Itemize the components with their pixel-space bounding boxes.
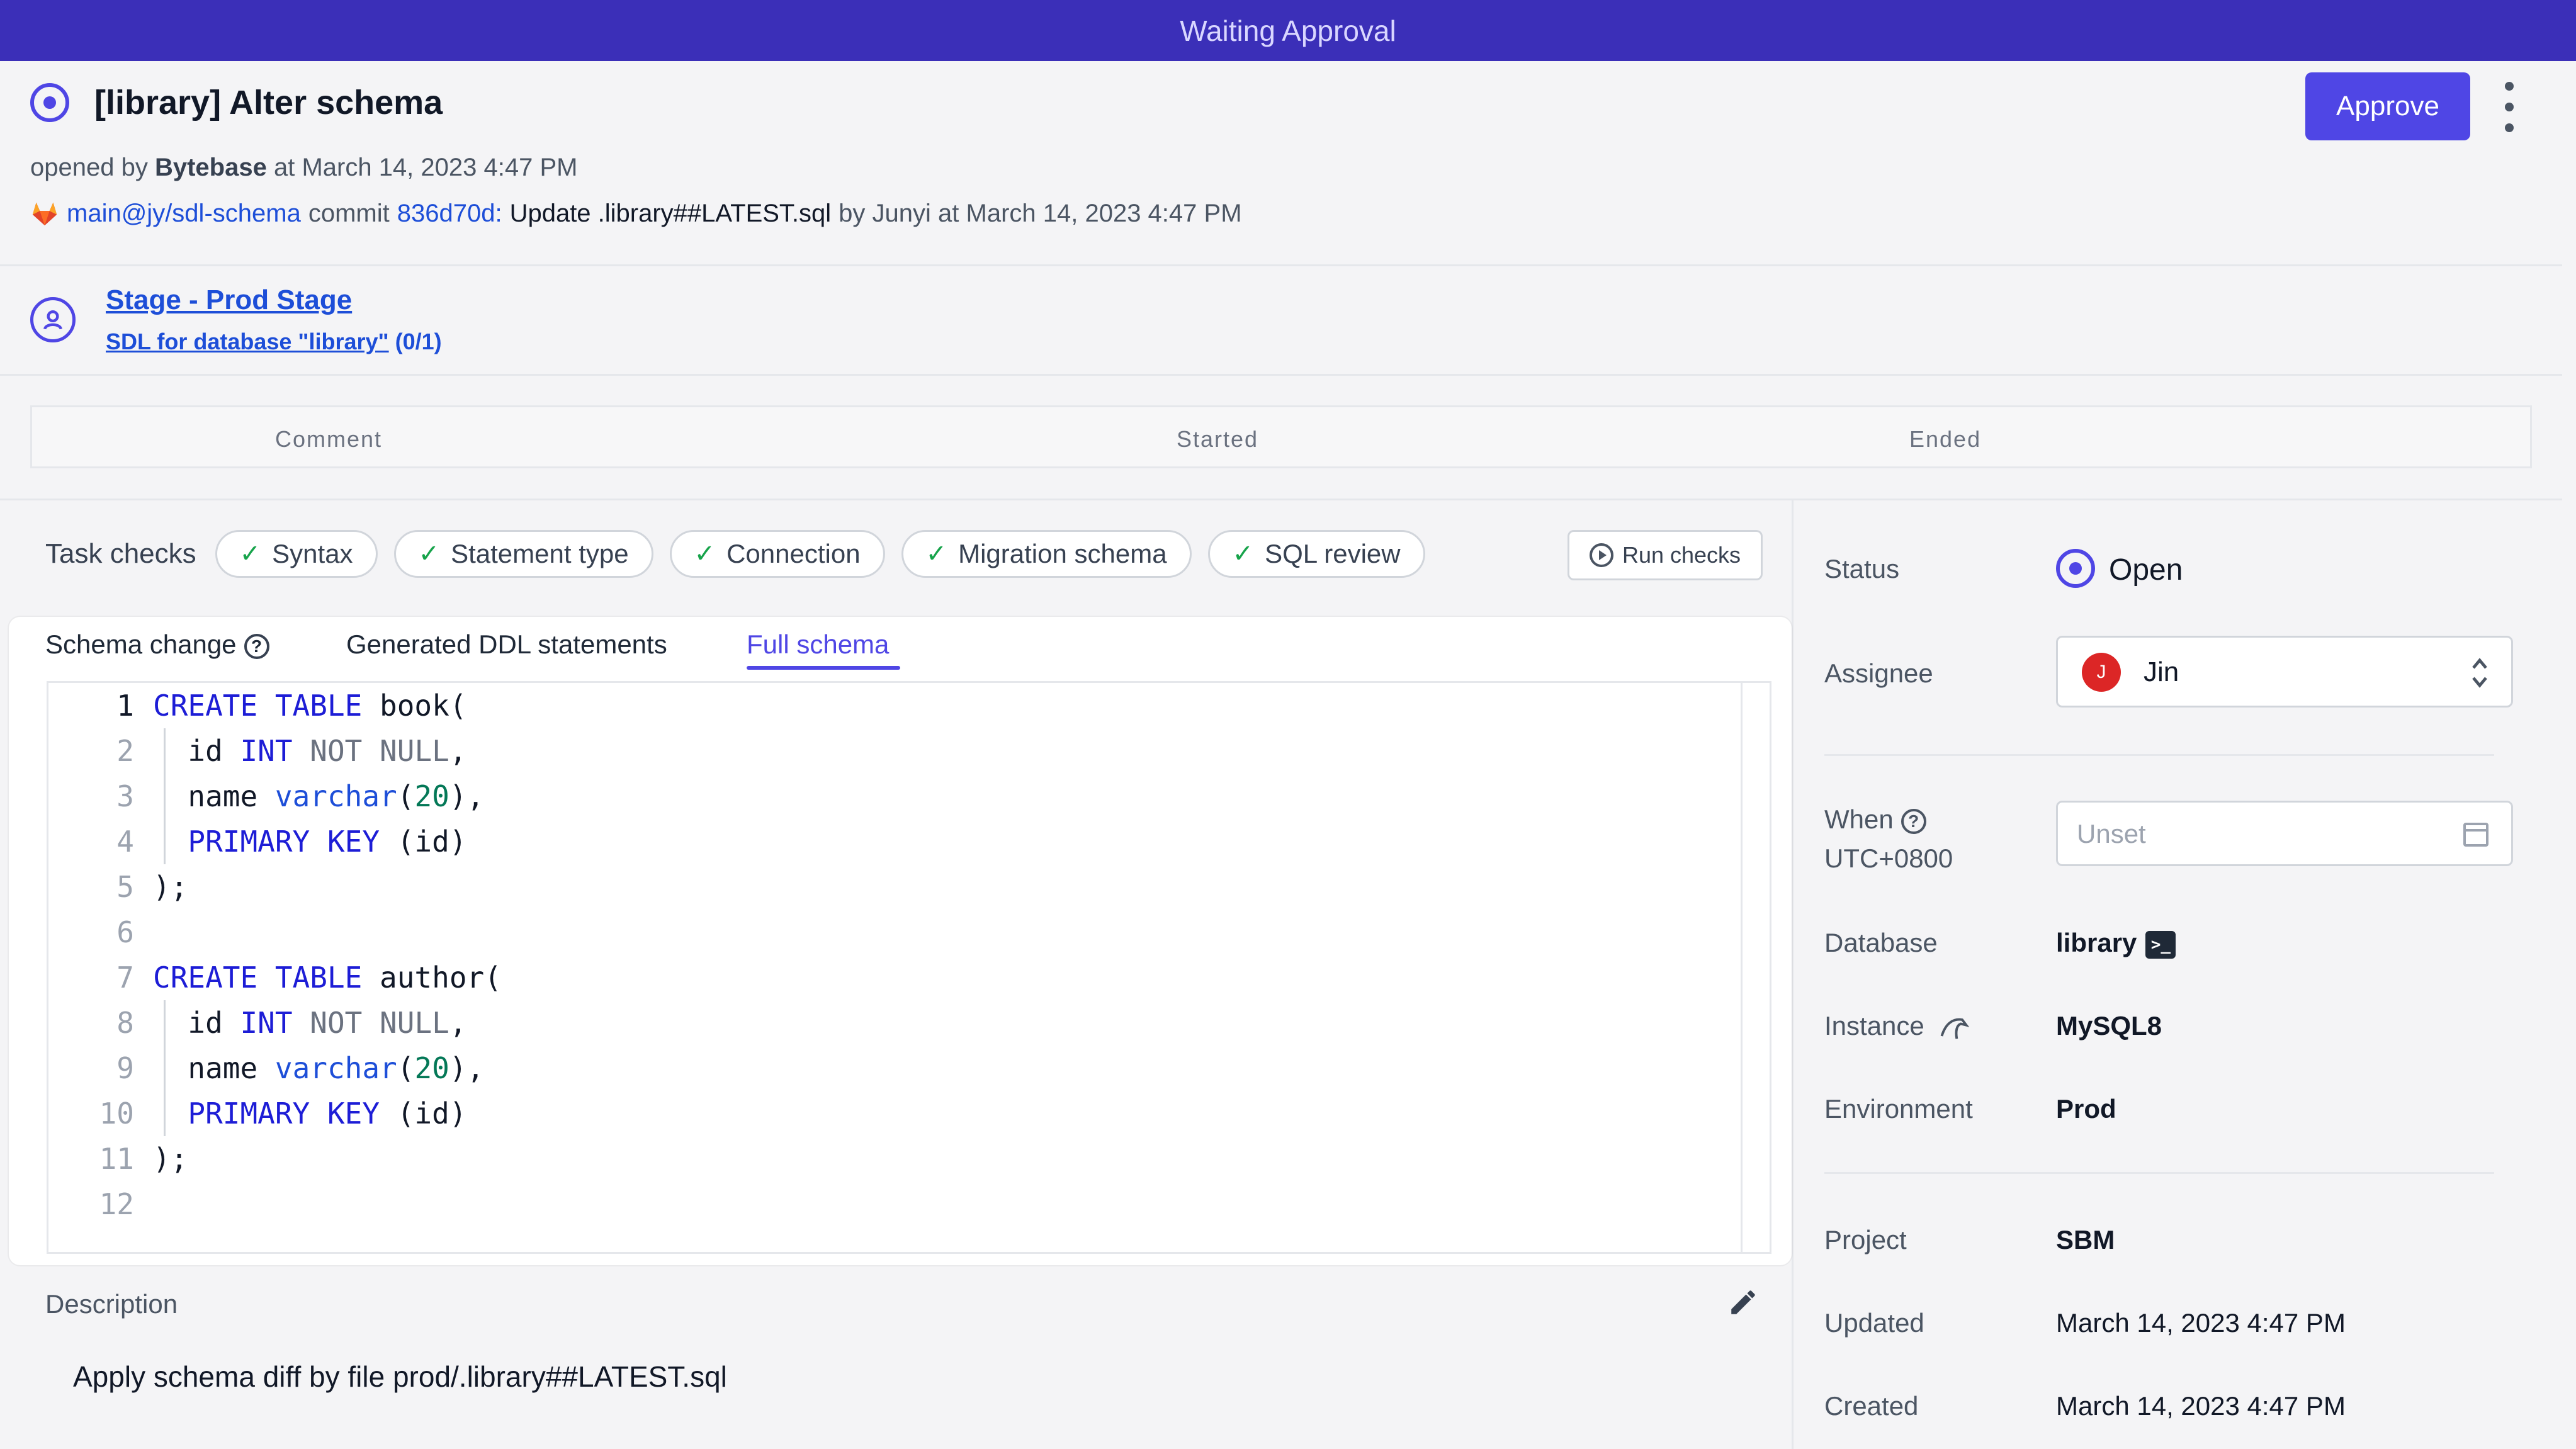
- check-icon: ✓: [925, 540, 947, 568]
- commit-branch-link[interactable]: main@jy/sdl-schema: [67, 200, 301, 228]
- sidebar-divider: [1824, 1172, 2494, 1174]
- code-line: 5);: [116, 870, 188, 904]
- header-divider: [0, 264, 2562, 266]
- active-tab-indicator: [747, 666, 900, 670]
- check-icon: ✓: [1232, 540, 1254, 568]
- opened-by-text: opened by Bytebase at March 14, 2023 4:4…: [30, 154, 578, 181]
- code-line: 12: [99, 1187, 134, 1221]
- check-sql-review[interactable]: ✓ SQL review: [1207, 530, 1425, 578]
- tab-full-schema[interactable]: Full schema: [747, 629, 889, 660]
- calendar-icon[interactable]: [2463, 823, 2488, 847]
- commit-info: main@jy/sdl-schema commit 836d70d: Updat…: [30, 199, 1242, 228]
- check-migration-schema[interactable]: ✓ Migration schema: [901, 530, 1192, 578]
- instance-label: Instance: [1824, 1011, 1970, 1044]
- when-label: When?: [1824, 804, 1926, 835]
- column-started: Started: [1177, 426, 1259, 452]
- pencil-icon[interactable]: [1727, 1287, 1759, 1318]
- instance-value[interactable]: MySQL8: [2056, 1011, 2162, 1041]
- created-value: March 14, 2023 4:47 PM: [2056, 1391, 2346, 1421]
- play-icon: [1589, 543, 1613, 567]
- database-value: library >_: [2056, 928, 2176, 959]
- status-label: Status: [1824, 554, 1900, 584]
- environment-label: Environment: [1824, 1094, 1973, 1124]
- when-date-field[interactable]: [2056, 801, 2513, 866]
- gitlab-icon: [32, 202, 57, 226]
- stage-user-icon: [30, 297, 76, 342]
- code-line: 6: [116, 915, 134, 949]
- tab-generated-ddl[interactable]: Generated DDL statements: [346, 629, 667, 660]
- check-syntax[interactable]: ✓ Syntax: [215, 530, 378, 578]
- stage-task-link[interactable]: SDL for database "library": [106, 329, 389, 354]
- timeline-divider: [0, 499, 2562, 500]
- task-run-table-header: Comment Started Ended: [30, 405, 2532, 468]
- commit-message: Update .library##LATEST.sql: [509, 199, 832, 227]
- description-label: Description: [45, 1289, 178, 1319]
- stage-task: SDL for database "library" (0/1): [106, 329, 442, 355]
- when-date-input[interactable]: [2077, 819, 2429, 849]
- chevron-up-down-icon: [2472, 658, 2487, 688]
- check-icon: ✓: [694, 540, 716, 568]
- approve-button[interactable]: Approve: [2305, 72, 2470, 140]
- check-icon: ✓: [418, 540, 440, 568]
- code-line: 7 CREATE TABLE author(: [116, 961, 502, 995]
- code-editor[interactable]: 1 CREATE TABLE book( 2 id INT NOT NULL, 3…: [47, 681, 1771, 1254]
- task-checks-label: Task checks: [45, 538, 196, 569]
- check-connection[interactable]: ✓ Connection: [669, 530, 885, 578]
- stage-title-link[interactable]: Stage - Prod Stage: [106, 285, 352, 316]
- commit-hash-link[interactable]: 836d70d:: [397, 200, 502, 228]
- project-value[interactable]: SBM: [2056, 1225, 2115, 1255]
- column-ended: Ended: [1909, 426, 1982, 452]
- check-icon: ✓: [239, 540, 261, 568]
- column-comment: Comment: [275, 426, 383, 452]
- when-timezone: UTC+0800: [1824, 843, 1953, 873]
- run-checks-button[interactable]: Run checks: [1568, 530, 1763, 580]
- help-icon[interactable]: ?: [244, 633, 269, 659]
- opened-by-user: Bytebase: [154, 154, 267, 181]
- task-checks: Task checks ✓ Syntax ✓ Statement type ✓ Con…: [45, 530, 1425, 578]
- updated-value: March 14, 2023 4:47 PM: [2056, 1308, 2346, 1338]
- stage-task-count: (0/1): [395, 329, 442, 354]
- status-value: Open: [2109, 553, 2183, 587]
- updated-label: Updated: [1824, 1308, 1924, 1338]
- code-line: 8 id INT NOT NULL,: [116, 1006, 467, 1040]
- sidebar-separator: [1792, 500, 1794, 1449]
- tab-schema-change[interactable]: Schema change?: [45, 629, 269, 660]
- waiting-approval-banner: Waiting Approval: [0, 0, 2576, 61]
- environment-value[interactable]: Prod: [2056, 1094, 2116, 1124]
- statement-panel: Schema change? Generated DDL statements …: [9, 617, 1792, 1265]
- code-line: 1 CREATE TABLE book(: [116, 689, 467, 723]
- created-label: Created: [1824, 1391, 1919, 1421]
- commit-author: by Junyi at March 14, 2023 4:47 PM: [839, 199, 1242, 227]
- project-label: Project: [1824, 1225, 1907, 1254]
- sidebar-divider: [1824, 754, 2494, 756]
- avatar: J: [2082, 653, 2121, 692]
- issue-header: [library] Alter schema: [30, 83, 443, 122]
- help-icon[interactable]: ?: [1901, 808, 1926, 834]
- code-line: 11);: [99, 1142, 188, 1176]
- terminal-icon[interactable]: >_: [2145, 930, 2176, 959]
- open-status-icon: [2056, 549, 2095, 588]
- code-line: 10 PRIMARY KEY (id): [99, 1097, 467, 1130]
- issue-title: [library] Alter schema: [94, 84, 443, 121]
- check-statement-type[interactable]: ✓ Statement type: [393, 530, 653, 578]
- assignee-label: Assignee: [1824, 658, 1933, 688]
- description-text: Apply schema diff by file prod/.library#…: [73, 1360, 727, 1393]
- code-line: 2 id INT NOT NULL,: [116, 734, 467, 768]
- database-label: Database: [1824, 928, 1938, 957]
- mysql-icon: [1941, 1018, 1970, 1039]
- editor-scrollbar[interactable]: [1741, 683, 1770, 1252]
- assignee-name: Jin: [2144, 657, 2179, 687]
- code-line: 9 name varchar(20),: [116, 1051, 485, 1085]
- stage-divider: [0, 374, 2562, 376]
- more-options-icon[interactable]: [2500, 82, 2518, 132]
- code-line: 3 name varchar(20),: [116, 779, 485, 813]
- assignee-select[interactable]: J Jin: [2056, 636, 2513, 708]
- code-line: 4 PRIMARY KEY (id): [116, 825, 467, 859]
- issue-status-icon: [30, 83, 69, 122]
